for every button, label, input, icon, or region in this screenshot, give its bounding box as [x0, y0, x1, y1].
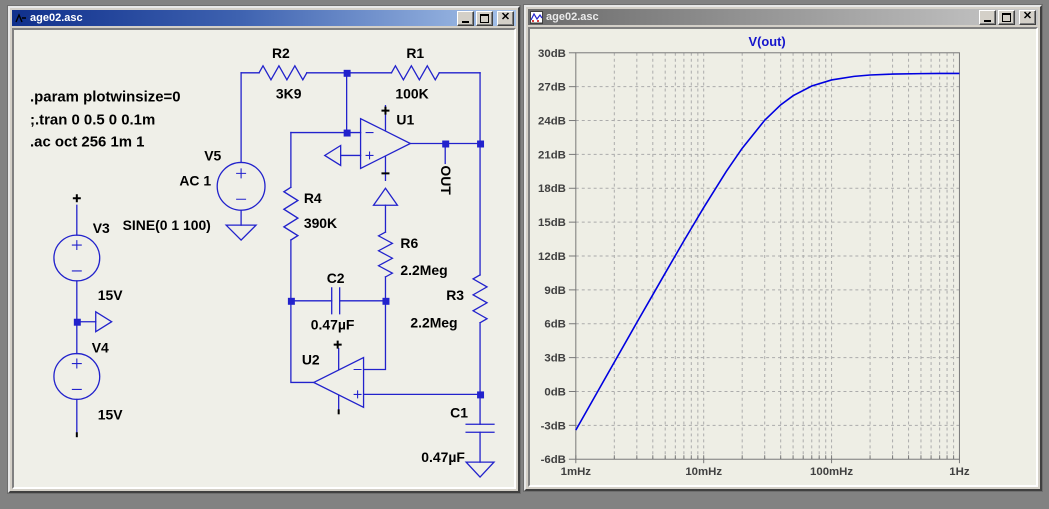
component-value[interactable]: 2.2Meg	[400, 262, 447, 278]
voltage-source-V4[interactable]: V4 15V	[53, 340, 123, 438]
component-name[interactable]: C1	[450, 404, 468, 420]
svg-text:21dB: 21dB	[538, 149, 566, 161]
directive-ac[interactable]: .ac oct 256 1m 1	[30, 133, 144, 150]
directive-param[interactable]: .param plotwinsize=0	[30, 89, 181, 106]
window-title: age02.asc	[30, 12, 83, 24]
component-name[interactable]: C2	[327, 270, 345, 286]
minimize-button[interactable]	[457, 10, 474, 26]
component-name[interactable]: U1	[396, 112, 414, 128]
component-value[interactable]: 15V	[98, 406, 123, 422]
minimize-icon	[462, 20, 469, 23]
directive-tran[interactable]: ;.tran 0 0.5 0 0.1m	[30, 112, 155, 129]
svg-text:1mHz: 1mHz	[561, 466, 592, 478]
component-name[interactable]: R1	[406, 45, 424, 61]
svg-text:9dB: 9dB	[544, 285, 566, 297]
svg-text:12dB: 12dB	[538, 251, 566, 263]
component-value[interactable]: 390K	[304, 215, 337, 231]
resistor-R6[interactable]: R6 2.2Meg	[377, 231, 448, 278]
component-value[interactable]: 0.47µF	[421, 449, 465, 465]
component-name[interactable]: R2	[272, 45, 290, 61]
schematic-window[interactable]: age02.asc ✕ .param plotwinsize=0 ;.tran …	[8, 6, 520, 493]
svg-text:15dB: 15dB	[538, 217, 566, 229]
svg-text:18dB: 18dB	[538, 183, 566, 195]
resistor-R4[interactable]: R4 390K	[282, 186, 337, 242]
component-value-ac[interactable]: AC 1	[179, 172, 211, 188]
component-value-sine[interactable]: SINE(0 1 100)	[123, 217, 211, 233]
net-flag-up[interactable]	[372, 187, 399, 206]
svg-text:6dB: 6dB	[544, 319, 566, 331]
spice-directives[interactable]: .param plotwinsize=0 ;.tran 0 0.5 0 0.1m…	[30, 89, 181, 151]
svg-text:-3dB: -3dB	[541, 420, 566, 432]
plot-grid: 30dB 27dB 24dB 21dB 18dB 15dB 12dB 9dB 6dB 3dB 0dB…	[538, 48, 970, 478]
desktop: { "left_window": { "title": "age02.asc" …	[0, 0, 1049, 509]
minimize-button[interactable]	[979, 9, 996, 25]
waveform-plot[interactable]: 30dB 27dB 24dB 21dB 18dB 15dB 12dB 9dB 6dB 3dB 0dB…	[530, 29, 1036, 485]
schematic-canvas[interactable]: .param plotwinsize=0 ;.tran 0 0.5 0 0.1m…	[12, 28, 516, 489]
component-name[interactable]: V5	[204, 147, 221, 163]
net-label-out[interactable]: OUT	[438, 165, 454, 195]
component-value[interactable]: 0.47µF	[311, 317, 355, 333]
net-flag-left[interactable]	[323, 144, 342, 167]
svg-text:27dB: 27dB	[538, 82, 566, 94]
ground-symbol-c1[interactable]	[464, 461, 496, 478]
maximize-icon	[480, 13, 489, 23]
plot-pane[interactable]: 30dB 27dB 24dB 21dB 18dB 15dB 12dB 9dB 6dB 3dB 0dB…	[528, 27, 1038, 487]
window-title: age02.asc	[546, 11, 599, 23]
opamp-U2[interactable]: U2	[302, 340, 365, 415]
schematic-titlebar[interactable]: age02.asc ✕	[12, 10, 516, 26]
schematic-svg[interactable]: .param plotwinsize=0 ;.tran 0 0.5 0 0.1m…	[14, 30, 514, 487]
svg-text:-6dB: -6dB	[541, 454, 566, 466]
opamp-U1[interactable]: U1	[359, 105, 415, 181]
close-button[interactable]: ✕	[1019, 9, 1036, 25]
resistor-R1[interactable]: R1 100K	[390, 45, 441, 102]
net-flag-right[interactable]	[95, 310, 113, 333]
ground-symbol-v5[interactable]	[224, 224, 258, 241]
waveform-window[interactable]: age02.asc ✕ 30dB 27dB 24dB 21dB 18dB 15dB 12dB…	[524, 5, 1042, 491]
plot-curve	[575, 72, 960, 431]
svg-text:3dB: 3dB	[544, 353, 566, 365]
svg-text:100mHz: 100mHz	[810, 466, 853, 478]
voltage-source-V3[interactable]: V3 15V	[53, 194, 123, 303]
svg-text:0dB: 0dB	[544, 386, 566, 398]
component-name[interactable]: V3	[93, 220, 110, 236]
svg-text:10mHz: 10mHz	[685, 466, 722, 478]
waveform-titlebar[interactable]: age02.asc ✕	[528, 9, 1038, 25]
close-icon: ✕	[1022, 9, 1033, 22]
component-value[interactable]: 2.2Meg	[410, 315, 457, 331]
maximize-button[interactable]	[998, 9, 1015, 25]
component-name[interactable]: R6	[400, 235, 418, 251]
capacitor-C1[interactable]: C1 0.47µF	[421, 404, 495, 465]
resistor-R2[interactable]: R2 3K9	[258, 45, 308, 102]
svg-text:24dB: 24dB	[538, 115, 566, 127]
waveform-window-icon[interactable]	[530, 10, 543, 24]
schematic-window-icon[interactable]	[14, 12, 27, 25]
resistor-R3[interactable]: R3 2.2Meg	[410, 274, 489, 331]
trace-title[interactable]: V(out)	[749, 34, 786, 49]
component-name[interactable]: U2	[302, 352, 320, 368]
component-value[interactable]: 15V	[98, 287, 123, 303]
component-value[interactable]: 100K	[395, 86, 428, 102]
component-name[interactable]: R4	[304, 190, 322, 206]
component-name[interactable]: R3	[446, 287, 464, 303]
svg-text:1Hz: 1Hz	[949, 466, 970, 478]
close-button[interactable]: ✕	[497, 10, 514, 26]
minimize-icon	[984, 19, 991, 22]
component-value[interactable]: 3K9	[276, 86, 302, 102]
voltage-source-V5[interactable]: V5 AC 1 SINE(0 1 100)	[123, 147, 266, 233]
maximize-button[interactable]	[476, 10, 493, 26]
component-name[interactable]: V4	[92, 340, 109, 356]
close-icon: ✕	[500, 10, 511, 23]
maximize-icon	[1002, 12, 1011, 22]
svg-text:30dB: 30dB	[538, 48, 566, 60]
